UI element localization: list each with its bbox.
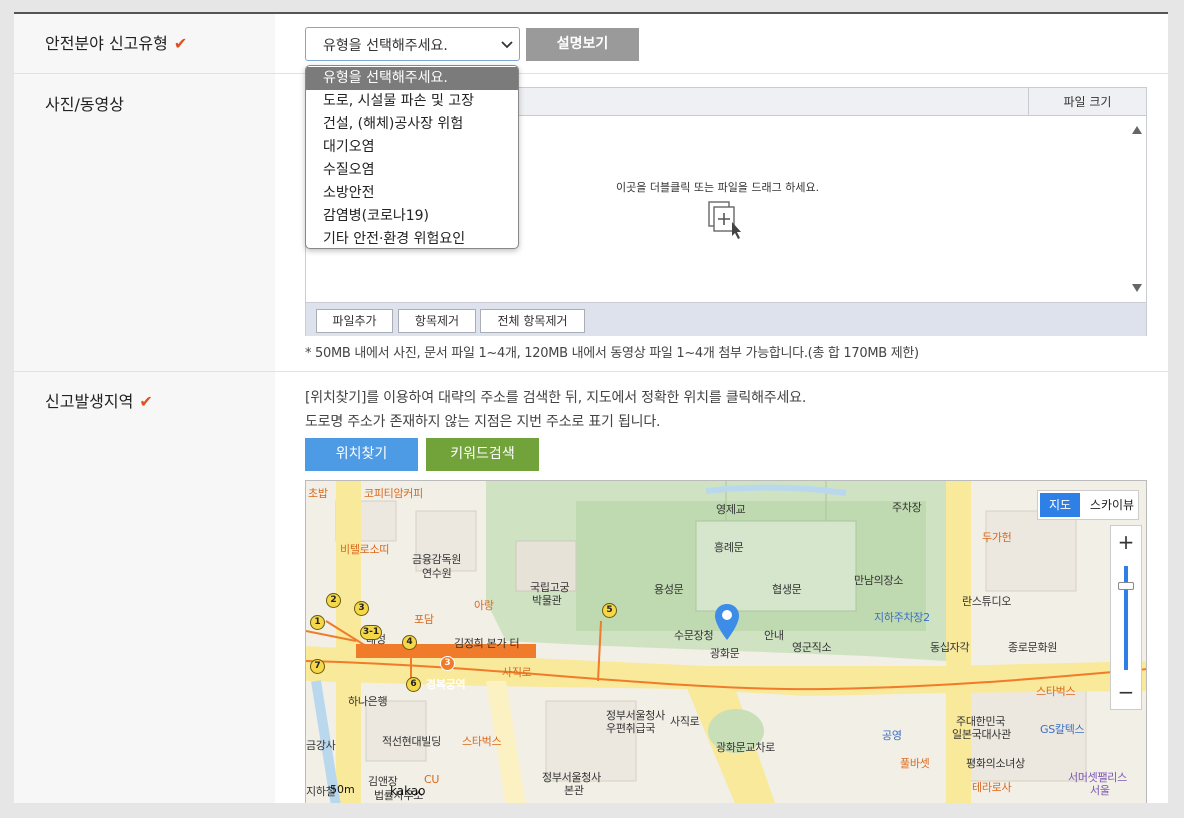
transit-exit-marker[interactable]: 3-1 — [360, 625, 382, 640]
dropdown-option[interactable]: 건설, (해체)공사장 위험 — [306, 113, 518, 136]
required-check-icon: ✔ — [173, 34, 188, 53]
map-label: 종로문화원 — [1008, 641, 1058, 654]
transit-exit-marker[interactable]: 7 — [310, 659, 325, 674]
map-label: 코피티암커피 — [364, 487, 423, 500]
map-label: 사직로 — [502, 666, 532, 679]
dropdown-option[interactable]: 소방안전 — [306, 182, 518, 205]
map-label: 일본국대사관 — [952, 728, 1011, 741]
map-label: GS칼텍스 — [1040, 723, 1085, 736]
map-label: 동십자각 — [930, 641, 970, 654]
dropdown-option[interactable]: 유형을 선택해주세요. — [306, 67, 518, 90]
map-view-toggle: 지도 스카이뷰 — [1037, 490, 1139, 520]
zoom-out-button[interactable]: − — [1111, 678, 1141, 708]
dropdown-option[interactable]: 대기오염 — [306, 136, 518, 159]
map-label: 초밥 — [308, 487, 328, 500]
add-file-icon — [706, 200, 746, 240]
add-file-button[interactable]: 파일추가 — [316, 309, 393, 333]
map-label: 비텔로소띠 — [340, 543, 390, 556]
map-label: 광화문 — [710, 647, 740, 660]
remove-all-button[interactable]: 전체 항목제거 — [480, 309, 585, 333]
scroll-up-arrow-icon[interactable] — [1132, 126, 1142, 134]
report-type-select-value: 유형을 선택해주세요. — [323, 38, 448, 54]
chevron-down-icon — [501, 34, 513, 58]
map-label: 포담 — [414, 613, 434, 626]
type-label-text: 안전분야 신고유형 — [45, 34, 168, 53]
map-label: 안내 — [764, 629, 784, 642]
required-check-icon: ✔ — [139, 392, 153, 411]
transit-exit-marker[interactable]: 3 — [354, 601, 369, 616]
location-pin-icon[interactable] — [714, 603, 740, 641]
map-label: 테라로사 — [972, 781, 1012, 794]
zoom-in-button[interactable]: + — [1111, 528, 1141, 558]
remove-item-button[interactable]: 항목제거 — [398, 309, 476, 333]
location-instruction: [위치찾기]를 이용하여 대략의 주소를 검색한 뒤, 지도에서 정확한 위치를… — [305, 390, 807, 406]
skyview-button[interactable]: 스카이뷰 — [1086, 493, 1138, 517]
report-type-dropdown: 유형을 선택해주세요. 도로, 시설물 파손 및 고장 건설, (해체)공사장 … — [305, 65, 519, 249]
dropdown-option[interactable]: 수질오염 — [306, 159, 518, 182]
location-instruction-2: 도로명 주소가 존재하지 않는 지점은 지번 주소로 표기 됩니다. — [305, 414, 661, 430]
map-label: 하나은행 — [348, 695, 388, 708]
location-map[interactable]: 초밥 코피티암커피 비텔로소띠 금융감독원 연수원 아랑 포담 국립고궁 박물관… — [305, 480, 1147, 803]
filesize-column-header: 파일 크기 — [1028, 88, 1146, 116]
map-label: 영군직소 — [792, 641, 832, 654]
type-row-label: 안전분야 신고유형 ✔ — [45, 30, 187, 54]
map-label: 본관 — [564, 784, 584, 797]
row-divider — [14, 371, 1168, 372]
transit-exit-marker[interactable]: 6 — [406, 677, 421, 692]
map-label: 김정희 본가 터 — [454, 637, 520, 650]
keyword-search-button[interactable]: 키워드검색 — [426, 438, 539, 471]
map-label: 사직로 — [670, 715, 700, 728]
map-label: 풀바셋 — [900, 757, 930, 770]
map-label: 영제교 — [716, 503, 746, 516]
find-location-button[interactable]: 위치찾기 — [305, 438, 418, 471]
report-form-panel: 안전분야 신고유형 ✔ 유형을 선택해주세요. 설명보기 유형을 선택해주세요. … — [14, 12, 1168, 803]
map-label: 지하주차장2 — [874, 611, 930, 624]
map-view-button[interactable]: 지도 — [1040, 493, 1080, 517]
map-label: 경복궁역 — [426, 678, 466, 691]
upload-toolbar: 파일추가 항목제거 전체 항목제거 — [306, 302, 1146, 336]
transit-exit-marker[interactable]: 4 — [402, 635, 417, 650]
transit-exit-marker[interactable]: 2 — [326, 593, 341, 608]
media-row-label: 사진/동영상 — [45, 95, 124, 114]
map-label: 주차장 — [892, 501, 922, 514]
map-label: 스타벅스 — [1036, 685, 1076, 698]
map-label: 적선현대빌딩 — [382, 735, 441, 748]
transit-exit-marker[interactable]: 1 — [310, 615, 325, 630]
map-label: 공영 — [882, 729, 902, 742]
drop-hint: 이곳을 더블클릭 또는 파일을 드래그 하세요. — [616, 181, 820, 194]
transit-exit-marker[interactable]: 5 — [602, 603, 617, 618]
upload-note: * 50MB 내에서 사진, 문서 파일 1~4개, 120MB 내에서 동영상… — [305, 346, 919, 361]
map-label: 용성문 — [654, 583, 684, 596]
map-label: 두가헌 — [982, 531, 1012, 544]
dropdown-option[interactable]: 감염병(코로나19) — [306, 205, 518, 228]
map-label: 흥례문 — [714, 541, 744, 554]
zoom-slider-handle[interactable] — [1118, 582, 1134, 590]
map-label: 수문장청 — [674, 629, 714, 642]
zoom-control: + − — [1110, 525, 1142, 710]
transit-exit-marker[interactable]: 3 — [440, 656, 455, 671]
report-type-select[interactable]: 유형을 선택해주세요. — [305, 27, 520, 61]
scroll-down-arrow-icon[interactable] — [1132, 284, 1142, 292]
map-label: 금강사 — [306, 739, 336, 752]
map-label: 서울 — [1090, 784, 1110, 797]
row-divider — [14, 73, 1168, 74]
map-label: 아랑 — [474, 599, 494, 612]
dropdown-option[interactable]: 기타 안전·환경 위험요인 — [306, 228, 518, 248]
map-scale: 50m — [330, 783, 355, 796]
map-brand-logo: kakao — [390, 784, 426, 798]
map-label: 만남의장소 — [854, 574, 904, 587]
map-label: 스타벅스 — [462, 735, 502, 748]
map-label: 협생문 — [772, 583, 802, 596]
map-label: 광화문교차로 — [716, 741, 775, 754]
map-label: 평화의소녀상 — [966, 757, 1025, 770]
map-label: 란스튜디오 — [962, 595, 1012, 608]
location-label-text: 신고발생지역 — [45, 392, 134, 411]
map-label: 우편취급국 — [606, 722, 656, 735]
map-label: 박물관 — [532, 594, 562, 607]
map-label: CU — [424, 773, 440, 786]
map-label: 연수원 — [422, 567, 452, 580]
location-row-label: 신고발생지역 ✔ — [45, 388, 153, 412]
explain-button[interactable]: 설명보기 — [526, 28, 639, 61]
dropdown-option[interactable]: 도로, 시설물 파손 및 고장 — [306, 90, 518, 113]
